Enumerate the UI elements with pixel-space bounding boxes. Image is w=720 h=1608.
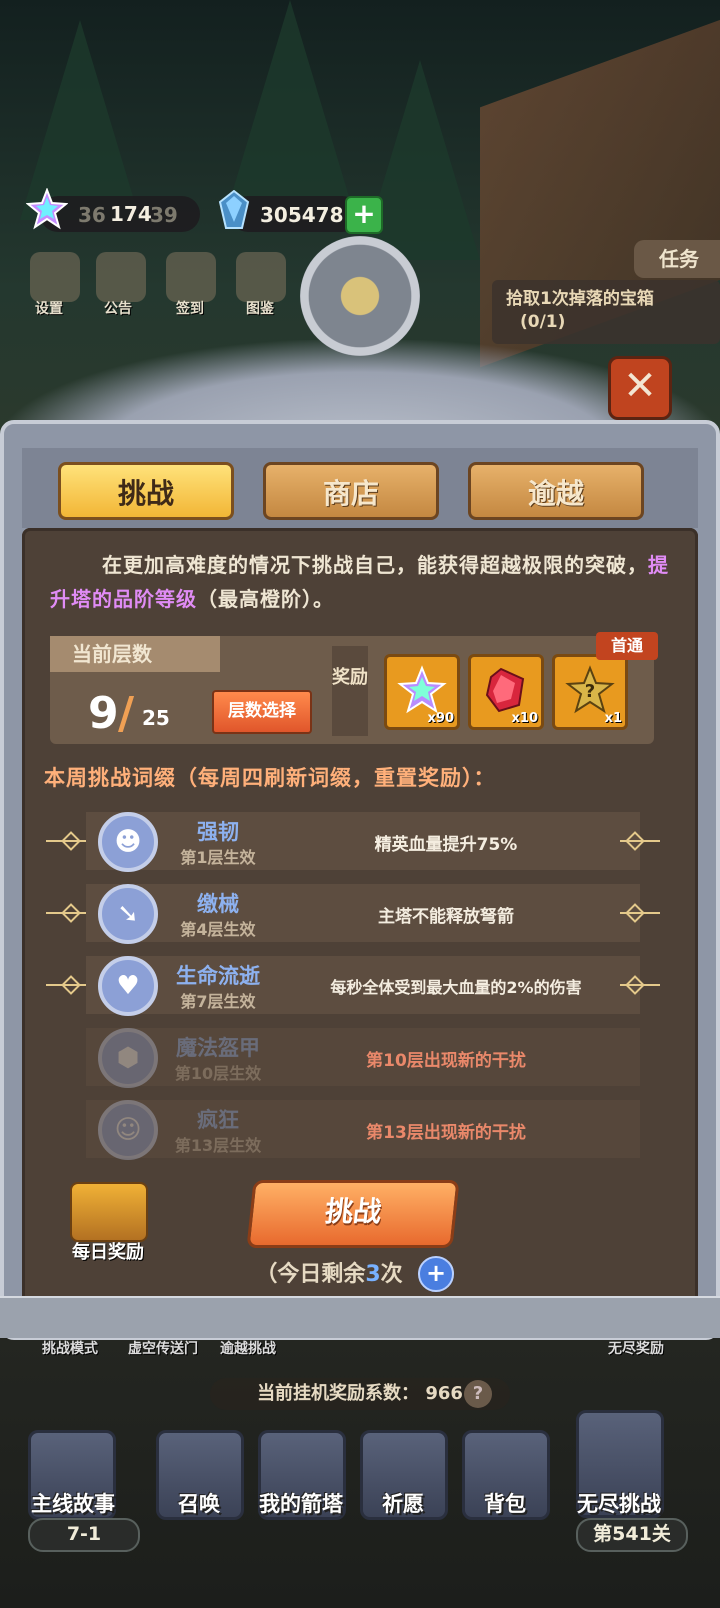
stars-value: 174 — [110, 202, 152, 226]
coef-value: 966 — [425, 1383, 463, 1404]
add-attempts-button[interactable]: + — [418, 1256, 454, 1292]
total-floors-value: 25 — [142, 706, 170, 730]
affix-floor: 第7层生效 — [180, 992, 256, 1011]
codex-book-icon[interactable] — [236, 252, 286, 302]
reward-label: 奖励 — [332, 646, 368, 736]
settings-label: 设置 — [35, 301, 63, 317]
affix-effect: 精英血量提升75% — [374, 835, 518, 855]
reward-count: x1 — [604, 711, 622, 726]
affix-name: 魔法盔甲 — [176, 1036, 260, 1060]
quest-tab[interactable]: 任务 — [634, 240, 720, 278]
add-gems-button[interactable]: + — [345, 196, 383, 234]
remaining-count: 3 — [365, 1262, 381, 1287]
affix-floor: 第10层生效 — [174, 1064, 262, 1083]
affix-effect: 主塔不能释放弩箭 — [378, 907, 514, 927]
nav-tower-label: 我的箭塔 — [259, 1492, 343, 1516]
nav-endless-label: 无尽挑战 — [577, 1492, 661, 1516]
signin-feather-icon[interactable] — [166, 252, 216, 302]
affix-floor: 第4层生效 — [180, 920, 256, 939]
panel-bottom-strip — [0, 1296, 720, 1338]
affix-name: 强韧 — [197, 820, 239, 844]
affix-effect: 第10层出现新的干扰 — [366, 1051, 526, 1071]
current-floor-header: 当前层数 — [50, 636, 220, 672]
story-stage: 7-1 — [28, 1518, 140, 1552]
current-floor-value: 9 — [88, 688, 119, 739]
first-clear-badge: 首通 — [596, 632, 658, 660]
codex-label: 图鉴 — [246, 301, 274, 317]
tab-challenge[interactable]: 挑战 — [58, 462, 234, 520]
mode-challenge[interactable]: 挑战模式 — [42, 1338, 98, 1358]
signin-label: 签到 — [176, 301, 204, 317]
affix-floor: 第13层生效 — [174, 1136, 262, 1155]
nav-story-label: 主线故事 — [31, 1492, 115, 1516]
settings-gear-icon[interactable] — [30, 252, 80, 302]
desc-part2: （最高橙阶）。 — [197, 587, 334, 611]
rainbow-star-icon — [25, 187, 69, 230]
stars-ghost-left: 36 — [78, 203, 106, 227]
endless-stage: 第541关 — [576, 1518, 688, 1552]
affix-name: 疯狂 — [197, 1108, 239, 1132]
red-crystal-icon — [485, 667, 525, 713]
grin-face-icon: ☺ — [98, 1100, 158, 1160]
quest-text: 拾取1次掉落的宝箱 — [506, 289, 654, 309]
mode-transcend[interactable]: 逾越挑战 — [220, 1338, 276, 1358]
quest-box[interactable]: 拾取1次掉落的宝箱 (0/1) — [492, 280, 720, 344]
mode-description: 在更加高难度的情况下挑战自己，能获得超越极限的突破，提升塔的品阶等级（最高橙阶）… — [50, 548, 670, 616]
nav-bag-label: 背包 — [484, 1492, 526, 1516]
remaining-prefix: （今日剩余 — [255, 1262, 366, 1287]
mode-endless-reward[interactable]: 无尽奖励 — [608, 1338, 664, 1358]
reward-item[interactable]: ? x1 — [552, 654, 628, 730]
tab-transcend[interactable]: 逾越 — [468, 462, 644, 520]
weekly-affix-title: 本周挑战词缀（每周四刷新词缀，重置奖励）： — [44, 766, 496, 790]
affix-name: 生命流逝 — [176, 964, 260, 988]
floor-select-button[interactable]: 层数选择 — [212, 690, 312, 734]
affix-effect: 每秒全体受到最大血量的2%的伤害 — [330, 978, 582, 997]
stars-ghost-right: 39 — [150, 203, 178, 227]
treasure-chest-icon[interactable] — [70, 1182, 148, 1242]
demon-plus-icon: ☻ — [98, 812, 158, 872]
mode-void-portal[interactable]: 虚空传送门 — [128, 1338, 198, 1358]
close-button[interactable]: ✕ — [608, 356, 672, 420]
compass-emblem-icon — [300, 236, 420, 356]
affix-name: 缴械 — [197, 892, 239, 916]
mystery-box-icon: ? — [565, 665, 615, 714]
arrow-down-icon: ➘ — [98, 884, 158, 944]
affix-effect: 第13层出现新的干扰 — [366, 1123, 526, 1143]
daily-reward-label[interactable]: 每日奖励 — [60, 1238, 156, 1264]
svg-text:?: ? — [585, 681, 595, 702]
blue-gem-icon — [218, 189, 250, 230]
floor-slash: / — [118, 688, 135, 739]
gems-value: 305478 — [260, 203, 344, 227]
nav-wish-label: 祈愿 — [382, 1492, 424, 1516]
challenge-button[interactable]: 挑战 — [246, 1180, 460, 1248]
quest-progress: (0/1) — [520, 312, 566, 332]
reward-count: x90 — [427, 711, 454, 726]
affix-floor: 第1层生效 — [180, 848, 256, 867]
tab-shop[interactable]: 商店 — [263, 462, 439, 520]
help-button[interactable]: ? — [464, 1380, 492, 1408]
coef-label: 当前挂机奖励系数： — [257, 1383, 420, 1404]
reward-item[interactable]: x10 — [468, 654, 544, 730]
broken-heart-icon: ♥ — [98, 956, 158, 1016]
notice-scroll-icon[interactable] — [96, 252, 146, 302]
reward-item[interactable]: x90 — [384, 654, 460, 730]
reward-count: x10 — [511, 711, 538, 726]
tree-decoration — [230, 0, 350, 200]
remaining-suffix: 次 — [380, 1262, 403, 1287]
honeycomb-icon: ⬢ — [98, 1028, 158, 1088]
rainbow-star-icon — [397, 665, 447, 714]
desc-part1: 在更加高难度的情况下挑战自己，能获得超越极限的突破， — [102, 553, 648, 577]
nav-summon-label: 召唤 — [178, 1492, 220, 1516]
notice-label: 公告 — [104, 301, 132, 317]
